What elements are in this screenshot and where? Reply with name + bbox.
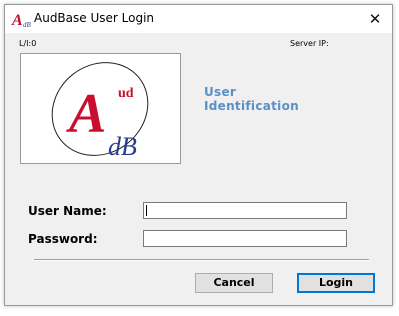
logo-letter-a: A <box>66 83 106 145</box>
separator <box>34 259 369 261</box>
user-identification-heading: User Identification <box>204 85 299 113</box>
login-button[interactable]: Login <box>297 273 375 293</box>
svg-text:A: A <box>11 12 23 28</box>
logo-subscript: dB <box>108 132 137 161</box>
close-icon[interactable]: ✕ <box>362 7 388 31</box>
logo-superscript: ud <box>118 86 134 101</box>
ident-line-1: User <box>204 85 237 99</box>
audbase-logo: A ud dB <box>20 53 181 164</box>
svg-text:dB: dB <box>23 21 32 28</box>
ident-line-2: Identification <box>204 99 299 113</box>
title-bar[interactable]: A dB AudBase User Login ✕ <box>5 5 392 33</box>
username-field[interactable] <box>143 202 347 219</box>
audbase-logo-icon: A dB <box>11 12 32 28</box>
text-caret <box>146 205 147 216</box>
license-indicator: L/I:0 <box>19 39 37 48</box>
login-dialog: A dB AudBase User Login ✕ L/I:0 Server I… <box>4 4 393 306</box>
logo-graphic: A ud dB <box>51 62 149 161</box>
server-ip-label: Server IP: <box>290 39 329 48</box>
window-title: AudBase User Login <box>34 11 155 25</box>
password-label: Password: <box>28 232 98 246</box>
username-label: User Name: <box>28 204 107 218</box>
password-field[interactable] <box>143 230 347 247</box>
cancel-button[interactable]: Cancel <box>195 273 273 293</box>
